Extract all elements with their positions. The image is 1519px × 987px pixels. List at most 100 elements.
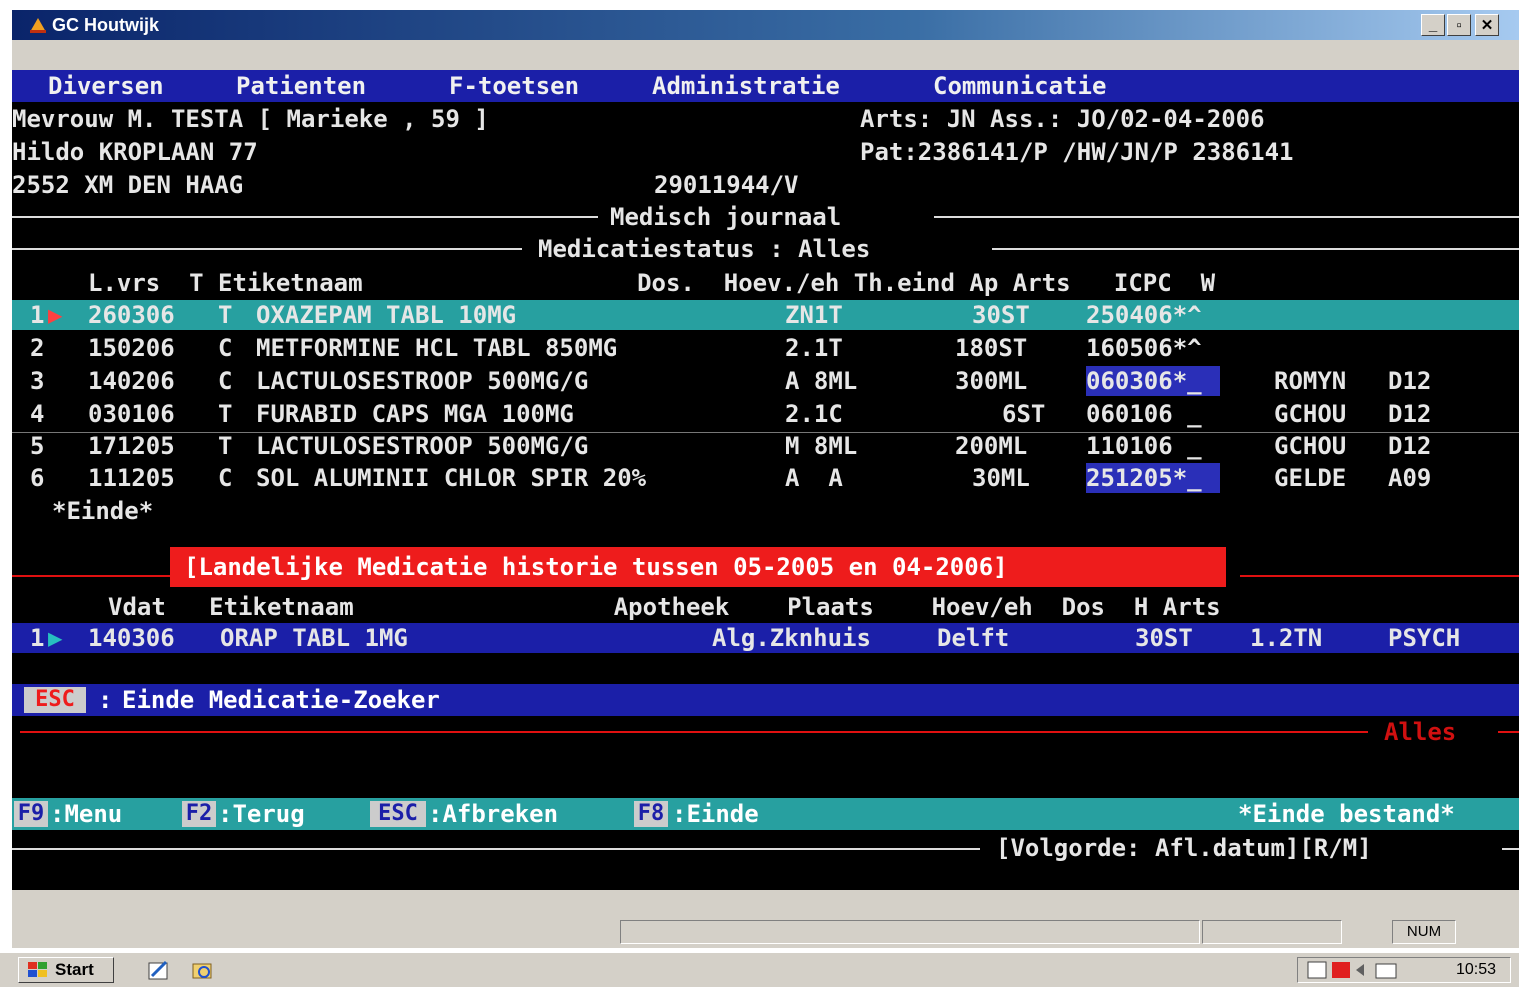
row-plaats: Delft [937, 624, 1010, 652]
end-of-file-label: *Einde bestand* [1238, 800, 1455, 828]
row-quantity: 300ML [955, 367, 1028, 395]
row-dosage: ZN1T [785, 301, 843, 329]
row-name: FURABID CAPS MGA 100MG [256, 400, 574, 428]
row-arts: GCHOU [1274, 400, 1347, 428]
history-table-header: Vdat Etiketnaam Apotheek Plaats Hoev/eh … [108, 593, 1221, 621]
divider [12, 248, 522, 250]
divider [1498, 731, 1519, 733]
terminal-screen[interactable]: Diversen Patienten F-toetsen Administrat… [12, 70, 1519, 890]
row-end-date: 160506*^ [1086, 334, 1202, 362]
row-number: 5 [30, 432, 45, 460]
f2-label[interactable]: :Terug [218, 798, 305, 830]
esc-label: Einde Medicatie-Zoeker [122, 686, 440, 714]
row-arts: GCHOU [1274, 432, 1347, 460]
row-type: C [218, 334, 233, 362]
row-name: SOL ALUMINII CHLOR SPIR 20% [256, 464, 647, 492]
f8-key-button[interactable]: F8 [634, 801, 668, 827]
num-lock-indicator: NUM [1392, 920, 1456, 944]
row-number: 3 [30, 367, 45, 395]
history-banner: [Landelijke Medicatie historie tussen 05… [170, 547, 1226, 587]
esc-key-button[interactable]: ESC [24, 687, 86, 713]
row-name: OXAZEPAM TABL 10MG [256, 301, 517, 329]
start-button[interactable]: Start [18, 957, 114, 983]
start-label: Start [55, 960, 94, 979]
menu-communicatie[interactable]: Communicatie [933, 70, 1106, 102]
divider [934, 216, 1519, 218]
f2-key-button[interactable]: F2 [182, 801, 216, 827]
row-end-date: 250406*^ [1086, 301, 1202, 329]
esc-afbreken-key-button[interactable]: ESC [370, 801, 426, 827]
sort-order-label: [Volgorde: Afl.datum][R/M] [996, 834, 1372, 862]
row-apotheek: Alg.Zknhuis [712, 624, 871, 652]
row-icpc: D12 [1388, 400, 1432, 428]
f9-label[interactable]: :Menu [50, 798, 122, 830]
row-date: 150206 [88, 334, 175, 362]
row-name: METFORMINE HCL TABL 850MG [256, 334, 618, 362]
esc-separator: : [98, 686, 113, 714]
clock: 10:53 [1455, 961, 1496, 978]
row-end-date: 251205*_ [1086, 464, 1202, 492]
f9-key-button[interactable]: F9 [14, 801, 48, 827]
menu-patienten[interactable]: Patienten [236, 70, 366, 102]
app-icon [30, 18, 46, 33]
patient-id: Pat:2386141/P /HW/JN/P 2386141 [860, 138, 1294, 166]
row-type: T [218, 301, 233, 329]
row-type: T [218, 432, 233, 460]
window-toolbar-strip [12, 40, 1519, 70]
alles-label: Alles [1384, 718, 1457, 746]
menu-administratie[interactable]: Administratie [652, 70, 840, 102]
esc-afbreken-label[interactable]: :Afbreken [428, 798, 558, 830]
patient-city: 2552 XM DEN HAAG [12, 171, 244, 199]
row-icpc: D12 [1388, 367, 1432, 395]
close-button[interactable]: ✕ [1475, 14, 1499, 36]
row-number: 1 [30, 301, 45, 329]
row-type: C [218, 367, 233, 395]
row-quantity: 30ML [972, 464, 1030, 492]
quicklaunch-edit-icon[interactable] [146, 958, 172, 982]
medication-table-header: L.vrs T Etiketnaam Dos. Hoev./eh Th.eind… [88, 269, 1216, 297]
quicklaunch-explorer-icon[interactable] [190, 958, 216, 982]
tray-icons [1307, 961, 1397, 979]
row-end-date: 110106 _ [1086, 432, 1202, 460]
maximize-button[interactable]: ▫ [1447, 14, 1471, 36]
row-quantity: 200ML [955, 432, 1028, 460]
patient-name: Mevrouw M. TESTA [ Marieke , 59 ] [12, 105, 489, 133]
row-date: 260306 [88, 301, 175, 329]
row-dosage: 1.2TN [1250, 624, 1323, 652]
divider [12, 848, 980, 850]
row-end-date: 060306*_ [1086, 367, 1202, 395]
menu-diversen[interactable]: Diversen [48, 70, 164, 102]
status-title: Medicatiestatus : Alles [538, 235, 871, 263]
windows-logo-icon [28, 962, 47, 977]
row-arts: ROMYN [1274, 367, 1347, 395]
row-date: 140306 [88, 624, 175, 652]
divider [992, 248, 1519, 250]
row-dosage: 2.1C [785, 400, 843, 428]
divider [1240, 575, 1519, 577]
row-cursor-icon: ▶ [48, 301, 63, 329]
menu-bar: Diversen Patienten F-toetsen Administrat… [12, 70, 1519, 102]
divider [12, 216, 598, 218]
status-bar: NUM [12, 890, 1519, 948]
taskbar: Start 10:53 [0, 952, 1519, 987]
row-number: 1 [30, 624, 45, 652]
selected-row-highlight [12, 300, 1519, 330]
row-date: 140206 [88, 367, 175, 395]
row-arts: GELDE [1274, 464, 1347, 492]
row-quantity: 30ST [1135, 624, 1193, 652]
row-icpc: A09 [1388, 464, 1432, 492]
window-titlebar[interactable]: GC Houtwijk _ ▫ ✕ [12, 10, 1519, 40]
minimize-button[interactable]: _ [1421, 14, 1445, 36]
row-dosage: A 8ML [785, 367, 858, 395]
row-number: 6 [30, 464, 45, 492]
row-quantity: 180ST [955, 334, 1028, 362]
row-cursor-icon: ▶ [48, 624, 63, 652]
row-dosage: A A [785, 464, 843, 492]
row-date: 111205 [88, 464, 175, 492]
row-date: 171205 [88, 432, 175, 460]
row-number: 2 [30, 334, 45, 362]
menu-f-toetsen[interactable]: F-toetsen [449, 70, 579, 102]
f8-label[interactable]: :Einde [672, 798, 759, 830]
patient-arts: Arts: JN Ass.: JO/02-04-2006 [860, 105, 1265, 133]
row-quantity: 30ST [972, 301, 1030, 329]
